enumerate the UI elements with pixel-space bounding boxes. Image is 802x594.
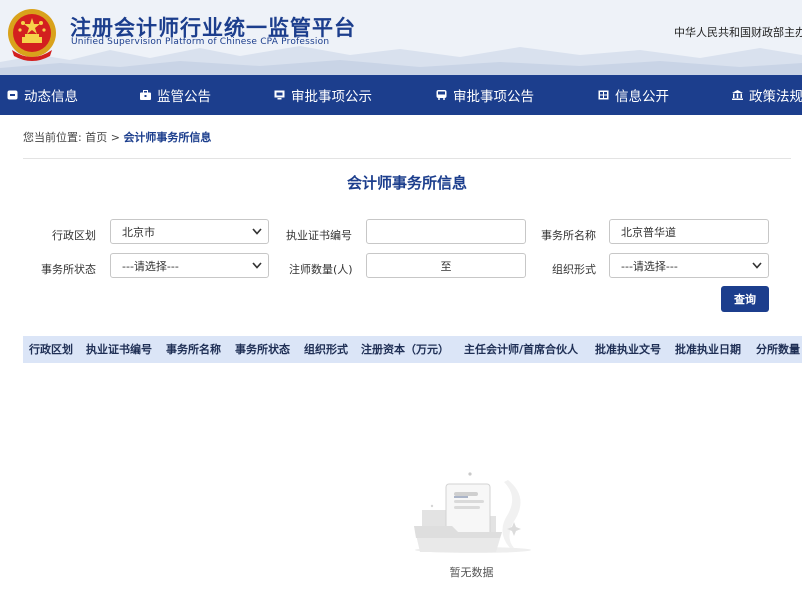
column-header[interactable]: 组织形式 bbox=[304, 336, 348, 363]
cpa-count-label: 注师数量(人) bbox=[289, 263, 353, 276]
nav-label: 政策法规 bbox=[749, 89, 802, 105]
site-header: 注册会计师行业统一监管平台 Unified Supervision Platfo… bbox=[0, 0, 802, 75]
firm-name-value: 北京普华道 bbox=[621, 225, 676, 239]
national-emblem-logo[interactable] bbox=[6, 6, 58, 64]
nav-label: 信息公开 bbox=[615, 89, 669, 105]
divider bbox=[23, 158, 791, 159]
firm-name-label: 事务所名称 bbox=[541, 229, 596, 242]
nav-label: 审批事项公示 bbox=[291, 89, 372, 105]
page-title: 会计师事务所信息 bbox=[346, 174, 467, 192]
chevron-down-icon bbox=[752, 262, 762, 269]
sponsor-text: 中华人民共和国财政部主办 bbox=[674, 26, 802, 39]
cpa-count-range[interactable]: 至 bbox=[366, 253, 526, 278]
monitor-icon bbox=[274, 90, 285, 100]
square-icon bbox=[7, 90, 18, 100]
nav-item-dynamic-info[interactable]: 动态信息 bbox=[7, 75, 78, 115]
site-subtitle: Unified Supervision Platform of Chinese … bbox=[71, 37, 330, 47]
column-header[interactable]: 分所数量 bbox=[756, 336, 800, 363]
region-select-value: 北京市 bbox=[122, 225, 155, 239]
license-label: 执业证书编号 bbox=[286, 229, 352, 242]
org-form-select-value: ---请选择--- bbox=[621, 259, 678, 273]
region-label: 行政区划 bbox=[52, 229, 96, 242]
region-select[interactable]: 北京市 bbox=[110, 219, 269, 244]
breadcrumb-current: 会计师事务所信息 bbox=[123, 131, 212, 144]
cpa-count-separator: 至 bbox=[440, 259, 452, 273]
breadcrumb-separator: > bbox=[110, 131, 120, 144]
breadcrumb: 您当前位置: 首页 > 会计师事务所信息 bbox=[23, 129, 211, 145]
org-form-select[interactable]: ---请选择--- bbox=[609, 253, 769, 278]
status-label: 事务所状态 bbox=[41, 263, 96, 276]
nav-item-approval-announcement[interactable]: 审批事项公告 bbox=[436, 75, 534, 115]
chevron-down-icon bbox=[252, 262, 262, 269]
empty-state-text: 暂无数据 bbox=[449, 566, 494, 579]
nav-item-supervision-notice[interactable]: 监管公告 bbox=[140, 75, 211, 115]
column-header[interactable]: 批准执业文号 bbox=[595, 336, 661, 363]
column-header[interactable]: 批准执业日期 bbox=[675, 336, 741, 363]
status-select-value: ---请选择--- bbox=[122, 259, 179, 273]
bank-icon bbox=[732, 90, 743, 100]
main-nav: 动态信息 监管公告 审批事项公示 审批事项公告 信息公开 政策法规 bbox=[0, 75, 802, 115]
nav-item-information-disclosure[interactable]: 信息公开 bbox=[598, 75, 669, 115]
column-header[interactable]: 行政区划 bbox=[29, 336, 73, 363]
bus-icon bbox=[436, 90, 447, 100]
column-header[interactable]: 事务所状态 bbox=[235, 336, 290, 363]
firm-name-input[interactable]: 北京普华道 bbox=[609, 219, 769, 244]
column-header[interactable]: 事务所名称 bbox=[166, 336, 221, 363]
table-header: 行政区划 执业证书编号 事务所名称 事务所状态 组织形式 注册资本（万元） 主任… bbox=[23, 336, 802, 363]
grid-icon bbox=[598, 90, 609, 100]
empty-folder-icon bbox=[414, 472, 531, 553]
nav-label: 监管公告 bbox=[157, 89, 211, 105]
briefcase-icon bbox=[140, 90, 151, 100]
org-form-label: 组织形式 bbox=[552, 263, 596, 276]
breadcrumb-home-link[interactable]: 首页 bbox=[85, 131, 107, 144]
breadcrumb-prefix: 您当前位置: bbox=[23, 131, 82, 144]
query-button[interactable]: 查询 bbox=[721, 286, 769, 312]
column-header[interactable]: 主任会计师/首席合伙人 bbox=[464, 336, 578, 363]
nav-label: 审批事项公告 bbox=[453, 89, 534, 105]
column-header[interactable]: 注册资本（万元） bbox=[361, 336, 449, 363]
nav-label: 动态信息 bbox=[24, 89, 78, 105]
status-select[interactable]: ---请选择--- bbox=[110, 253, 269, 278]
chevron-down-icon bbox=[252, 228, 262, 235]
license-input[interactable] bbox=[366, 219, 526, 244]
nav-item-approval-publicity[interactable]: 审批事项公示 bbox=[274, 75, 372, 115]
column-header[interactable]: 执业证书编号 bbox=[86, 336, 152, 363]
nav-item-policies-regulations[interactable]: 政策法规 bbox=[732, 75, 802, 115]
